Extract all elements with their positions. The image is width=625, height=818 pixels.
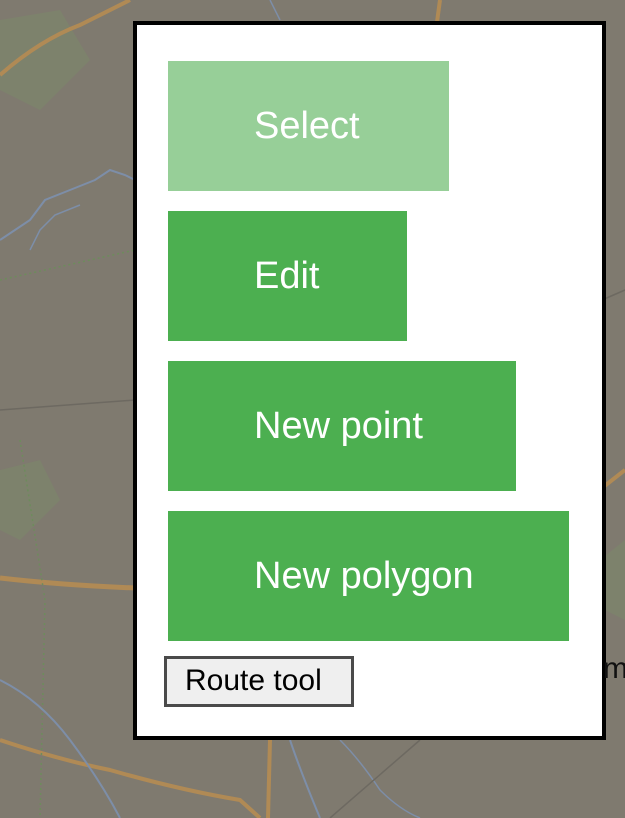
new-point-tool-button[interactable]: New point <box>168 361 516 491</box>
map-edge-label: m <box>603 652 625 685</box>
new-polygon-tool-button[interactable]: New polygon <box>168 511 569 641</box>
route-tool-button[interactable]: Route tool <box>164 656 354 707</box>
tool-panel: Select Edit New point New polygon Route … <box>133 21 606 740</box>
map-road <box>266 739 272 818</box>
select-tool-button[interactable]: Select <box>168 61 449 191</box>
edit-tool-button[interactable]: Edit <box>168 211 407 341</box>
